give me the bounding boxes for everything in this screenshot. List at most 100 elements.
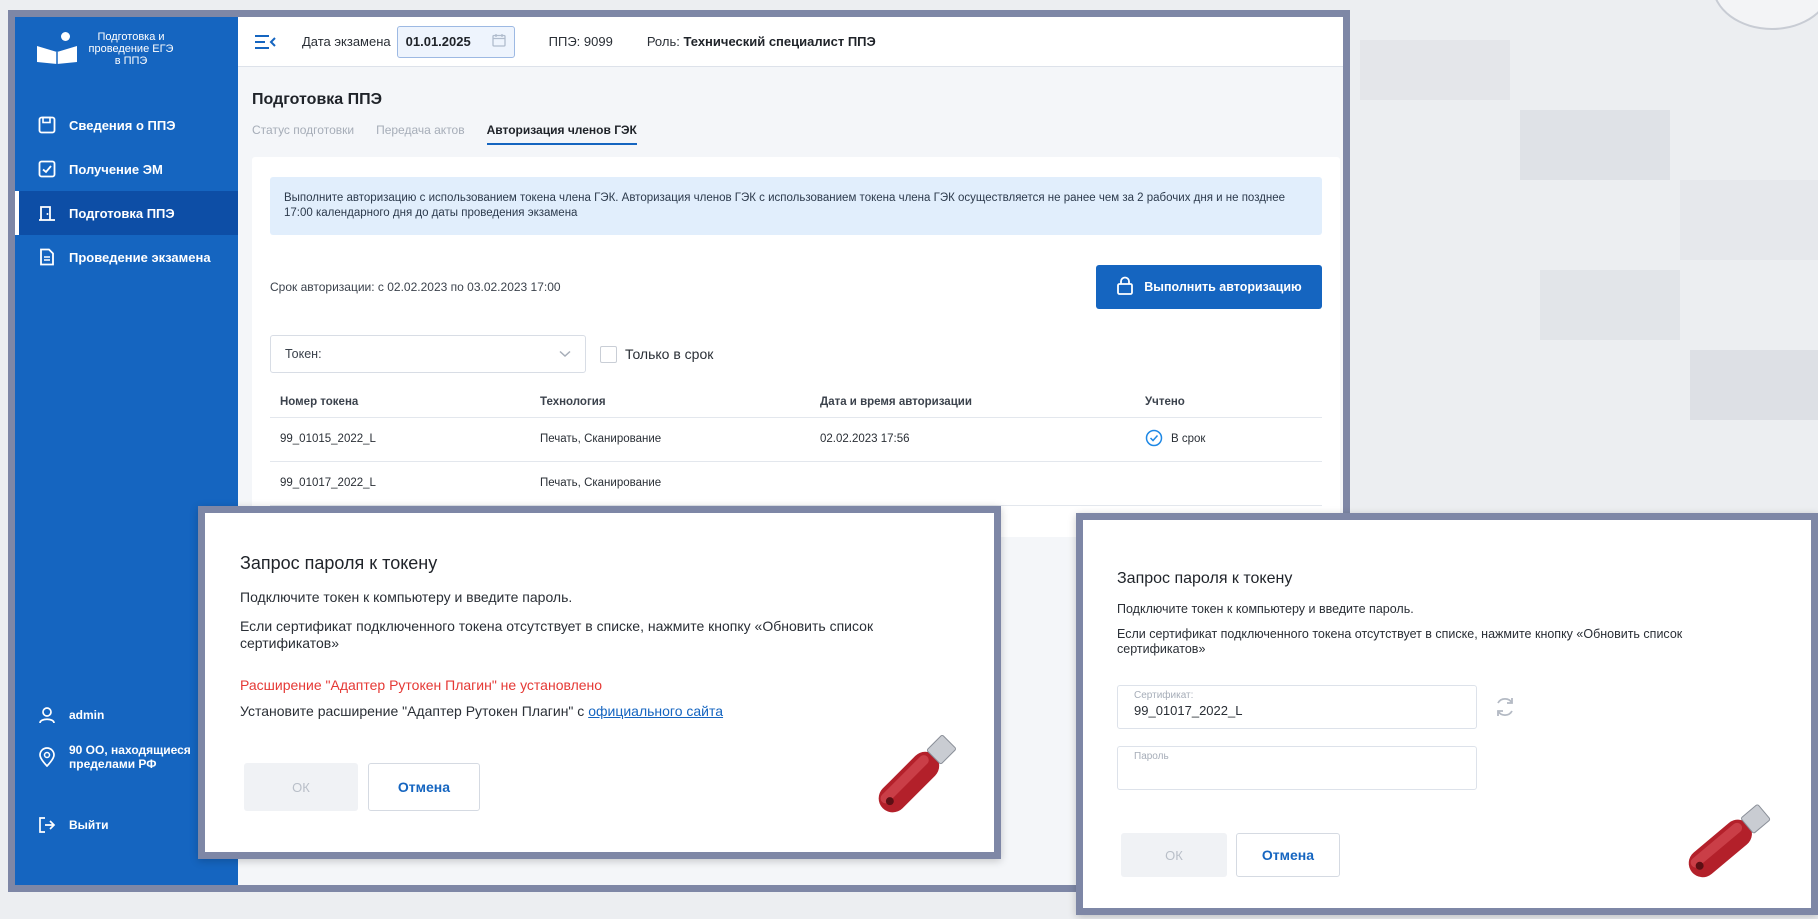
cancel-button[interactable]: Отмена (368, 763, 480, 811)
authorize-button-label: Выполнить авторизацию (1144, 280, 1302, 294)
error-message: Расширение "Адаптер Рутокен Плагин" не у… (240, 677, 603, 693)
dialog-hint: Если сертификат подключенного токена отс… (240, 618, 874, 651)
install-text: Установите расширение "Адаптер Рутокен П… (240, 703, 589, 719)
password-field[interactable]: Пароль (1117, 746, 1477, 790)
column-header: Номер токена (270, 387, 530, 418)
sidebar-item-label: Подготовка ППЭ (69, 205, 175, 221)
exam-date-value: 01.01.2025 (405, 34, 471, 49)
sidebar-item-exam[interactable]: Проведение экзамена (15, 235, 238, 279)
user-row[interactable]: admin (15, 705, 104, 725)
sidebar-item-ppe-info[interactable]: Сведения о ППЭ (15, 103, 238, 147)
app-logo[interactable]: Подготовка и проведение ЕГЭ в ППЭ (37, 31, 175, 67)
auth-term: Срок авторизации: с 02.02.2023 по 03.02.… (270, 280, 561, 294)
status-badge: В срок (1145, 429, 1205, 450)
column-header: Дата и время авторизации (810, 387, 1135, 418)
password-label: Пароль (1134, 751, 1169, 762)
certificate-label: Сертификат: (1134, 690, 1194, 701)
status-cell (1135, 461, 1322, 506)
check-circle-icon (1145, 429, 1163, 450)
official-site-link[interactable]: официального сайта (588, 703, 723, 719)
table-row[interactable]: 99_01015_2022_L Печать, Сканирование 02.… (270, 417, 1322, 462)
sidebar-nav: Сведения о ППЭ Получение ЭМ Подготовка П… (15, 103, 238, 279)
token-number: 99_01015_2022_L (270, 417, 530, 462)
logout-button[interactable]: Выйти (15, 815, 109, 835)
check-document-icon (37, 159, 57, 179)
tab-acts-transfer[interactable]: Передача актов (376, 123, 465, 145)
auth-datetime (810, 461, 1135, 506)
certificate-value: 99_01017_2022_L (1134, 703, 1243, 718)
ppe-code: ППЭ: 9099 (548, 34, 613, 49)
door-icon (37, 203, 57, 223)
authorize-button[interactable]: Выполнить авторизацию (1096, 265, 1322, 309)
role-value: Технический специалист ППЭ (683, 34, 876, 49)
logo-text: Подготовка и проведение ЕГЭ в ППЭ (88, 31, 174, 67)
token-number: 99_01017_2022_L (270, 461, 530, 506)
exam-date-label: Дата экзамена (302, 34, 391, 49)
certificate-select[interactable]: Сертификат: 99_01017_2022_L (1117, 685, 1477, 729)
cancel-button[interactable]: Отмена (1236, 833, 1340, 877)
token-password-dialog-error: Запрос пароля к токену Подключите токен … (198, 506, 1001, 859)
info-banner: Выполните авторизацию с использованием т… (270, 177, 1322, 235)
install-hint: Установите расширение "Адаптер Рутокен П… (240, 703, 723, 719)
logout-label: Выйти (69, 818, 109, 832)
sidebar-item-label: Сведения о ППЭ (69, 117, 176, 133)
dialog-instruction: Подключите токен к компьютеру и введите … (240, 589, 573, 605)
column-header: Учтено (1135, 387, 1322, 418)
background-tile (1680, 180, 1818, 260)
technology: Печать, Сканирование (530, 417, 810, 462)
user-icon (37, 705, 57, 725)
menu-collapse-icon[interactable] (252, 32, 278, 52)
token-password-dialog: Запрос пароля к токену Подключите токен … (1076, 513, 1818, 915)
location-text: 90 ОО, находящиеся пределами РФ (69, 743, 191, 771)
auth-datetime: 02.02.2023 17:56 (810, 417, 1135, 462)
lock-icon (1116, 276, 1134, 299)
tab-prep-status[interactable]: Статус подготовки (252, 123, 354, 145)
token-select[interactable]: Токен: (270, 335, 586, 373)
tab-gek-authorization[interactable]: Авторизация членов ГЭК (486, 123, 637, 145)
background-tile (1520, 110, 1670, 180)
topbar: Дата экзамена 01.01.2025 ППЭ: 9099 Роль:… (238, 17, 1343, 67)
sidebar-item-label: Получение ЭМ (69, 161, 163, 177)
dialog-hint: Если сертификат подключенного токена отс… (1117, 627, 1683, 656)
tabs: Статус подготовки Передача актов Авториз… (252, 123, 1329, 145)
status-cell: В срок (1135, 417, 1322, 462)
background-tile (1690, 350, 1818, 420)
status-text: В срок (1171, 433, 1206, 445)
column-header: Технология (530, 387, 810, 418)
auth-row: Срок авторизации: с 02.02.2023 по 03.02.… (270, 265, 1322, 309)
background-tile (1360, 40, 1510, 100)
table-row[interactable]: 99_01017_2022_L Печать, Сканирование (270, 461, 1322, 506)
username: admin (69, 708, 105, 722)
page-title: Подготовка ППЭ (252, 91, 383, 108)
usb-token-icon (1673, 792, 1783, 897)
location-pin-icon (37, 747, 57, 767)
background-tile (1540, 270, 1680, 340)
ok-button[interactable]: ОК (1121, 833, 1227, 877)
save-icon (37, 115, 57, 135)
sidebar-item-get-em[interactable]: Получение ЭМ (15, 147, 238, 191)
role: Роль: Технический специалист ППЭ (647, 34, 876, 49)
logo-icon (37, 32, 77, 66)
only-in-time-label: Только в срок (625, 346, 714, 362)
chevron-down-icon (559, 347, 571, 361)
filter-row: Токен: Только в срок (270, 335, 1322, 373)
token-select-label: Токен: (285, 347, 322, 361)
usb-token-icon (861, 725, 971, 830)
tokens-table: Номер токена Технология Дата и время авт… (270, 387, 1322, 506)
role-label: Роль: (646, 34, 680, 49)
authorization-card: Выполните авторизацию с использованием т… (252, 157, 1340, 537)
dialog-title: Запрос пароля к токену (1117, 570, 1293, 587)
logout-icon (37, 815, 57, 835)
sidebar-item-label: Проведение экзамена (69, 249, 211, 265)
ok-button[interactable]: ОК (244, 763, 358, 811)
technology: Печать, Сканирование (530, 461, 810, 506)
table-header-row: Номер токена Технология Дата и время авт… (270, 387, 1322, 418)
calendar-icon[interactable] (491, 33, 506, 50)
dialog-title: Запрос пароля к токену (240, 553, 438, 573)
exam-date-field[interactable]: 01.01.2025 (396, 25, 515, 58)
refresh-icon[interactable] (1493, 695, 1519, 721)
background-circle (1712, 0, 1818, 30)
only-in-time-checkbox[interactable]: Только в срок (600, 345, 714, 363)
sidebar-item-ppe-prep[interactable]: Подготовка ППЭ (15, 191, 238, 235)
checkbox[interactable] (600, 345, 617, 363)
